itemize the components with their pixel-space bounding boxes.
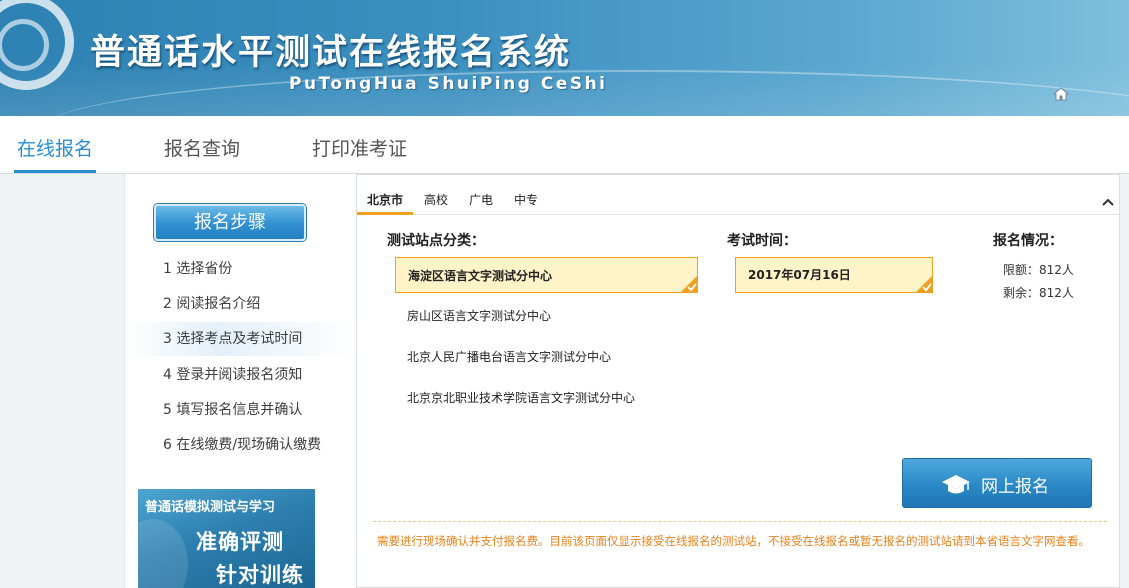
step-read-introduction[interactable]: 2 阅读报名介绍: [125, 287, 357, 321]
graduation-cap-icon: [942, 475, 970, 494]
promo-heading: 普通话模拟测试与学习: [145, 500, 276, 515]
site-option[interactable]: 海淀区语言文字测试分中心: [395, 257, 698, 293]
region-tab-universities[interactable]: 高校: [424, 191, 448, 208]
site-option-label: 北京人民广播电台语言文字测试分中心: [407, 350, 612, 364]
site-option-label: 海淀区语言文字测试分中心: [408, 269, 553, 283]
app-subtitle: PuTongHua ShuiPing CeShi: [289, 74, 608, 94]
step-payment[interactable]: 6 在线缴费/现场确认缴费: [125, 428, 357, 462]
step-fill-and-confirm[interactable]: 5 填写报名信息并确认: [125, 393, 357, 427]
main-nav: 在线报名 报名查询 打印准考证: [0, 116, 1129, 174]
header-banner: 普通话水平测试在线报名系统 PuTongHua ShuiPing CeShi: [0, 0, 1129, 116]
tab-registration-query[interactable]: 报名查询: [164, 134, 240, 161]
logo: [0, 0, 74, 90]
quota-limit: 限额：812人: [1003, 263, 1074, 277]
step-login-and-read-notice[interactable]: 4 登录并阅读报名须知: [125, 358, 357, 392]
step-select-province[interactable]: 1 选择省份: [125, 252, 357, 286]
site-column-header: 测试站点分类：: [387, 233, 485, 249]
region-tab-indicator: [357, 212, 413, 215]
site-option[interactable]: 北京京北职业技术学院语言文字测试分中心: [395, 380, 698, 416]
quota-remaining: 剩余：812人: [1003, 286, 1074, 300]
promo-line-1: 准确评测: [196, 530, 284, 554]
tab-online-registration[interactable]: 在线报名: [17, 134, 93, 161]
region-tab-broadcasting[interactable]: 广电: [469, 191, 493, 208]
registration-panel: 北京市 高校 广电 中专 测试站点分类： 考试时间： 报名情况： 海淀区语言文字…: [356, 174, 1120, 588]
exam-date-label: 2017年07月16日: [748, 268, 851, 282]
online-apply-button[interactable]: 网上报名: [902, 458, 1092, 508]
region-tab-vocational[interactable]: 中专: [514, 191, 538, 208]
steps-button[interactable]: 报名步骤: [154, 204, 306, 241]
time-column-header: 考试时间：: [727, 233, 797, 249]
active-tab-indicator: [14, 170, 96, 173]
chevron-up-icon[interactable]: [1101, 197, 1115, 207]
banner-swoosh: [40, 70, 1129, 116]
notice-divider: [373, 521, 1107, 522]
exam-date-option[interactable]: 2017年07月16日: [735, 257, 933, 293]
site-option-label: 房山区语言文字测试分中心: [407, 309, 552, 323]
promo-line-2: 针对训练: [216, 563, 304, 587]
registration-notice: 需要进行现场确认并支付报名费。目前该页面仅显示接受在线报名的测试站，不接受在线报…: [377, 534, 1090, 548]
tab-print-admission-ticket[interactable]: 打印准考证: [312, 134, 407, 161]
steps-sidebar: 报名步骤 1 选择省份 2 阅读报名介绍 3 选择考点及考试时间 4 登录并阅读…: [124, 174, 357, 588]
step-select-site-and-time[interactable]: 3 选择考点及考试时间: [125, 322, 357, 356]
status-column-header: 报名情况：: [993, 233, 1063, 249]
checkmark-icon: [680, 275, 698, 293]
practice-promo-banner[interactable]: 普通话模拟测试与学习 准确评测 针对训练: [138, 489, 315, 588]
online-apply-label: 网上报名: [981, 477, 1049, 497]
app-title: 普通话水平测试在线报名系统: [90, 33, 572, 73]
region-tabbar: 北京市 高校 广电 中专: [357, 175, 1119, 215]
region-tab-beijing[interactable]: 北京市: [367, 191, 403, 208]
checkmark-icon: [915, 275, 933, 293]
site-option-label: 北京京北职业技术学院语言文字测试分中心: [407, 391, 636, 405]
site-option[interactable]: 北京人民广播电台语言文字测试分中心: [395, 339, 698, 375]
site-option[interactable]: 房山区语言文字测试分中心: [395, 298, 698, 334]
home-icon[interactable]: [1053, 86, 1069, 102]
